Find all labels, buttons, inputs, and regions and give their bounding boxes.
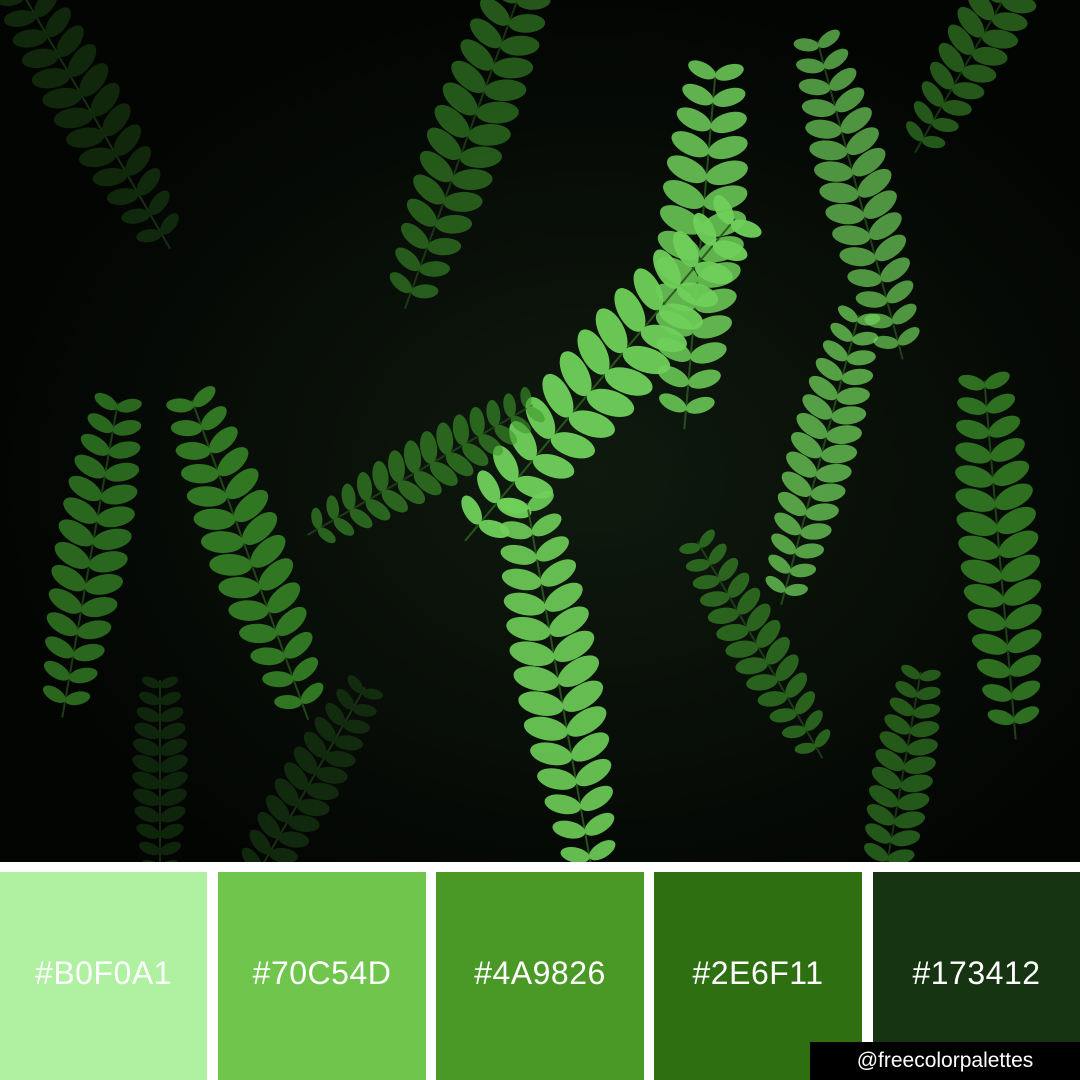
fern-leaves-illustration — [0, 0, 1080, 862]
swatch-1: #B0F0A1 — [0, 872, 207, 1080]
instagram-handle: @freecolorpalettes — [810, 1042, 1080, 1080]
swatch-5-hex-label: #173412 — [912, 954, 1041, 991]
fern-photo — [0, 0, 1080, 862]
swatch-3-hex-label: #4A9826 — [474, 954, 606, 991]
swatch-2-hex-label: #70C54D — [252, 954, 392, 991]
swatch-1-hex-label: #B0F0A1 — [35, 954, 172, 991]
swatch-3: #4A9826 — [436, 872, 644, 1080]
swatch-4-hex-label: #2E6F11 — [692, 954, 824, 991]
swatch-2: #70C54D — [218, 872, 426, 1080]
